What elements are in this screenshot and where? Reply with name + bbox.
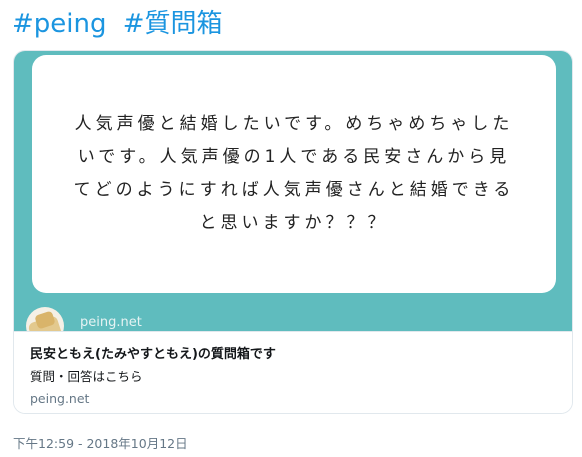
question-line: いです。人気声優の1人である民安さんから見	[77, 147, 511, 167]
question-line: てどのようにすれば人気声優さんと結婚できる	[73, 180, 515, 200]
card-description: 質問・回答はこちら	[30, 369, 143, 384]
card-domain: peing.net	[30, 391, 90, 406]
link-preview-card[interactable]: 人気声優と結婚したいです。めちゃめちゃした いです。人気声優の1人である民安さん…	[13, 50, 573, 414]
question-line: と思いますか？？？	[199, 213, 389, 233]
image-site-label: peing.net	[80, 315, 142, 330]
question-bubble: 人気声優と結婚したいです。めちゃめちゃした いです。人気声優の1人である民安さん…	[32, 55, 556, 293]
tweet-timestamp[interactable]: 下午12:59 - 2018年10月12日	[13, 433, 188, 452]
card-info: 民安ともえ(たみやすともえ)の質問箱です 質問・回答はこちら peing.net	[14, 331, 572, 413]
hashtag-row: #peing #質問箱	[12, 6, 231, 42]
question-line: 人気声優と結婚したいです。めちゃめちゃした	[74, 114, 514, 134]
question-text: 人気声優と結婚したいです。めちゃめちゃした いです。人気声優の1人である民安さん…	[74, 108, 515, 240]
hashtag-peing-link[interactable]: #peing	[12, 9, 107, 39]
hashtag-question-box-link[interactable]: #質問箱	[123, 9, 223, 39]
card-image[interactable]: 人気声優と結婚したいです。めちゃめちゃした いです。人気声優の1人である民安さん…	[14, 51, 572, 345]
card-title: 民安ともえ(たみやすともえ)の質問箱です	[30, 347, 276, 362]
